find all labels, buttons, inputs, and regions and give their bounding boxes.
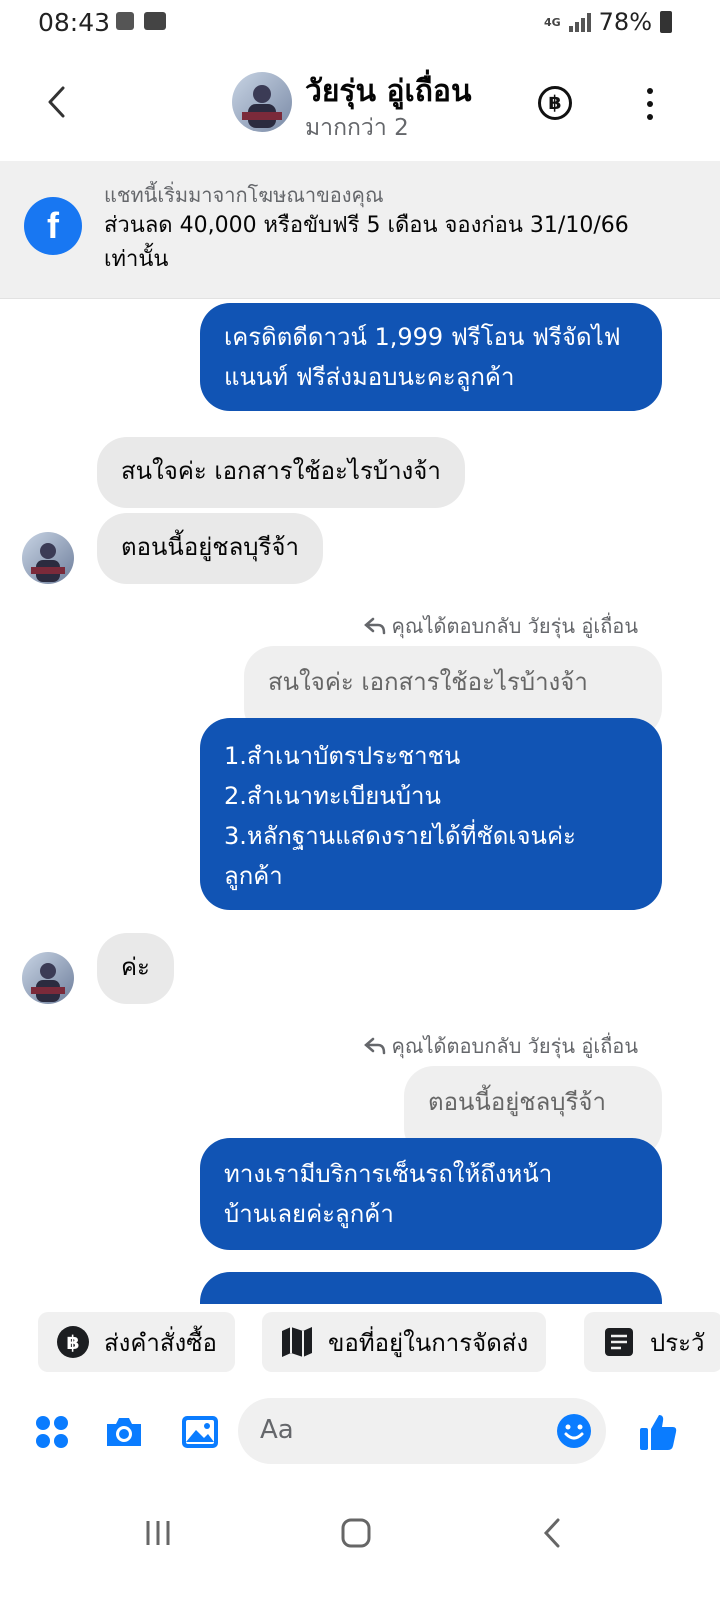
ad-origin-banner: f แชทนี้เริ่มมาจากโฆษณาของคุณ ส่วนลด 40,… [0, 161, 720, 299]
gallery-button[interactable] [178, 1410, 222, 1454]
quoted-text: ตอนนี้อยู่ชลบุรีจ้า [428, 1088, 606, 1116]
message-line: ลูกค้า [224, 862, 283, 890]
thumbs-up-icon [640, 1415, 677, 1450]
contact-avatar[interactable] [22, 952, 74, 1004]
home-button[interactable] [326, 1508, 386, 1558]
home-icon [341, 1518, 371, 1548]
quoted-text: สนใจค่ะ เอกสารใช้อะไรบ้างจ้า [268, 668, 588, 696]
reply-indicator: คุณได้ตอบกลับ วัยรุ่น อู่เถื่อน [363, 610, 638, 642]
contact-avatar[interactable] [22, 532, 74, 584]
chevron-left-icon [48, 86, 65, 118]
message-bubble-outgoing-partial[interactable] [200, 1272, 662, 1304]
message-bubble-outgoing[interactable]: เครดิตดีดาวน์ 1,999 ฟรีโอน ฟรีจัดไฟแนนท์… [200, 303, 662, 411]
message-bubble-incoming[interactable]: ค่ะ [97, 933, 174, 1004]
ad-intro-text: แชทนี้เริ่มมาจากโฆษณาของคุณ [104, 183, 384, 207]
reply-note-text: คุณได้ตอบกลับ วัยรุ่น อู่เถื่อน [391, 1034, 638, 1058]
reply-indicator: คุณได้ตอบกลับ วัยรุ่น อู่เถื่อน [363, 1030, 638, 1062]
camera-icon [107, 1418, 141, 1446]
reply-icon [363, 1037, 385, 1055]
app-notification-icon [144, 12, 166, 30]
system-navigation-bar [0, 1488, 720, 1600]
facebook-icon: f [24, 197, 82, 255]
message-input-placeholder: Aa [260, 1415, 294, 1445]
reply-icon [363, 617, 385, 635]
back-button[interactable] [38, 84, 74, 120]
grid-dots-icon [36, 1416, 68, 1448]
quick-reply-label: ส่งคำสั่งซื้อ [104, 1328, 217, 1357]
message-text: ตอนนี้อยู่ชลบุรีจ้า [121, 533, 299, 561]
contact-name[interactable]: วัยรุ่น อู่เถื่อน [305, 68, 471, 115]
message-line: 3.หลักฐานแสดงรายได้ที่ชัดเจนค่ะ [224, 822, 576, 850]
smiley-icon [557, 1414, 591, 1448]
chevron-left-icon [543, 1518, 560, 1548]
status-right: 4G 78% [544, 8, 672, 36]
message-bubble-outgoing[interactable]: 1.สำเนาบัตรประชาชน 2.สำเนาทะเบียนบ้าน 3.… [200, 718, 662, 910]
more-actions-button[interactable] [30, 1410, 74, 1454]
reply-note-text: คุณได้ตอบกลับ วัยรุ่น อู่เถื่อน [391, 614, 638, 638]
like-button[interactable] [636, 1410, 680, 1454]
message-bubble-incoming[interactable]: ตอนนี้อยู่ชลบุรีจ้า [97, 513, 323, 584]
message-bubble-outgoing[interactable]: ทางเรามีบริการเซ็นรถให้ถึงหน้า บ้านเลยค่… [200, 1138, 662, 1250]
system-back-button[interactable] [522, 1508, 582, 1558]
quick-reply-label: ขอที่อยู่ในการจัดส่ง [328, 1328, 529, 1357]
battery-icon [660, 11, 672, 33]
contact-avatar[interactable] [232, 72, 292, 132]
quick-reply-history[interactable]: ประวั [584, 1312, 720, 1372]
document-icon [602, 1325, 636, 1359]
status-time: 08:43 [38, 8, 111, 37]
message-list[interactable]: เครดิตดีดาวน์ 1,999 ฟรีโอน ฟรีจัดไฟแนนท์… [0, 300, 720, 1304]
ad-offer-text: ส่วนลด 40,000 หรือขับฟรี 5 เดือน จองก่อน… [104, 213, 629, 272]
emoji-button[interactable] [556, 1413, 592, 1449]
recents-icon [146, 1521, 170, 1545]
message-line: ทางเรามีบริการเซ็นรถให้ถึงหน้า [224, 1160, 553, 1188]
quick-reply-label: ประวั [650, 1328, 705, 1357]
message-text: สนใจค่ะ เอกสารใช้อะไรบ้างจ้า [121, 457, 441, 485]
image-icon [182, 1416, 218, 1448]
message-bubble-incoming[interactable]: สนใจค่ะ เอกสารใช้อะไรบ้างจ้า [97, 437, 465, 508]
status-notification-icons [116, 12, 166, 30]
message-composer: Aa [0, 1390, 720, 1480]
svg-text:฿: ฿ [66, 1332, 79, 1354]
baht-circle-icon: ฿ [56, 1325, 90, 1359]
battery-percent: 78% [598, 8, 652, 36]
recent-apps-button[interactable] [128, 1508, 188, 1558]
quick-replies-bar: ฿ ส่งคำสั่งซื้อ ขอที่อยู่ในการจัดส่ง ประ… [0, 1306, 720, 1382]
chat-header: วัยรุ่น อู่เถื่อน มากกว่า 2 ฿ [0, 58, 720, 158]
contact-subtitle: มากกว่า 2 [305, 115, 409, 141]
message-text: ค่ะ [121, 953, 150, 981]
payment-baht-button[interactable]: ฿ [538, 86, 572, 120]
status-bar: 08:43 4G 78% [0, 0, 720, 50]
baht-icon: ฿ [548, 92, 562, 114]
signal-icon [568, 12, 591, 32]
message-line: 2.สำเนาทะเบียนบ้าน [224, 782, 441, 810]
quick-reply-send-order[interactable]: ฿ ส่งคำสั่งซื้อ [38, 1312, 235, 1372]
more-options-button[interactable] [638, 84, 662, 124]
gallery-notification-icon [116, 12, 134, 30]
message-line: 1.สำเนาบัตรประชาชน [224, 742, 461, 770]
map-icon [280, 1325, 314, 1359]
network-type: 4G [543, 15, 561, 29]
message-text: เครดิตดีดาวน์ 1,999 ฟรีโอน ฟรีจัดไฟแนนท์… [224, 323, 621, 391]
message-line: บ้านเลยค่ะลูกค้า [224, 1200, 394, 1228]
camera-button[interactable] [102, 1410, 146, 1454]
quick-reply-request-address[interactable]: ขอที่อยู่ในการจัดส่ง [262, 1312, 547, 1372]
message-input[interactable]: Aa [238, 1398, 606, 1464]
